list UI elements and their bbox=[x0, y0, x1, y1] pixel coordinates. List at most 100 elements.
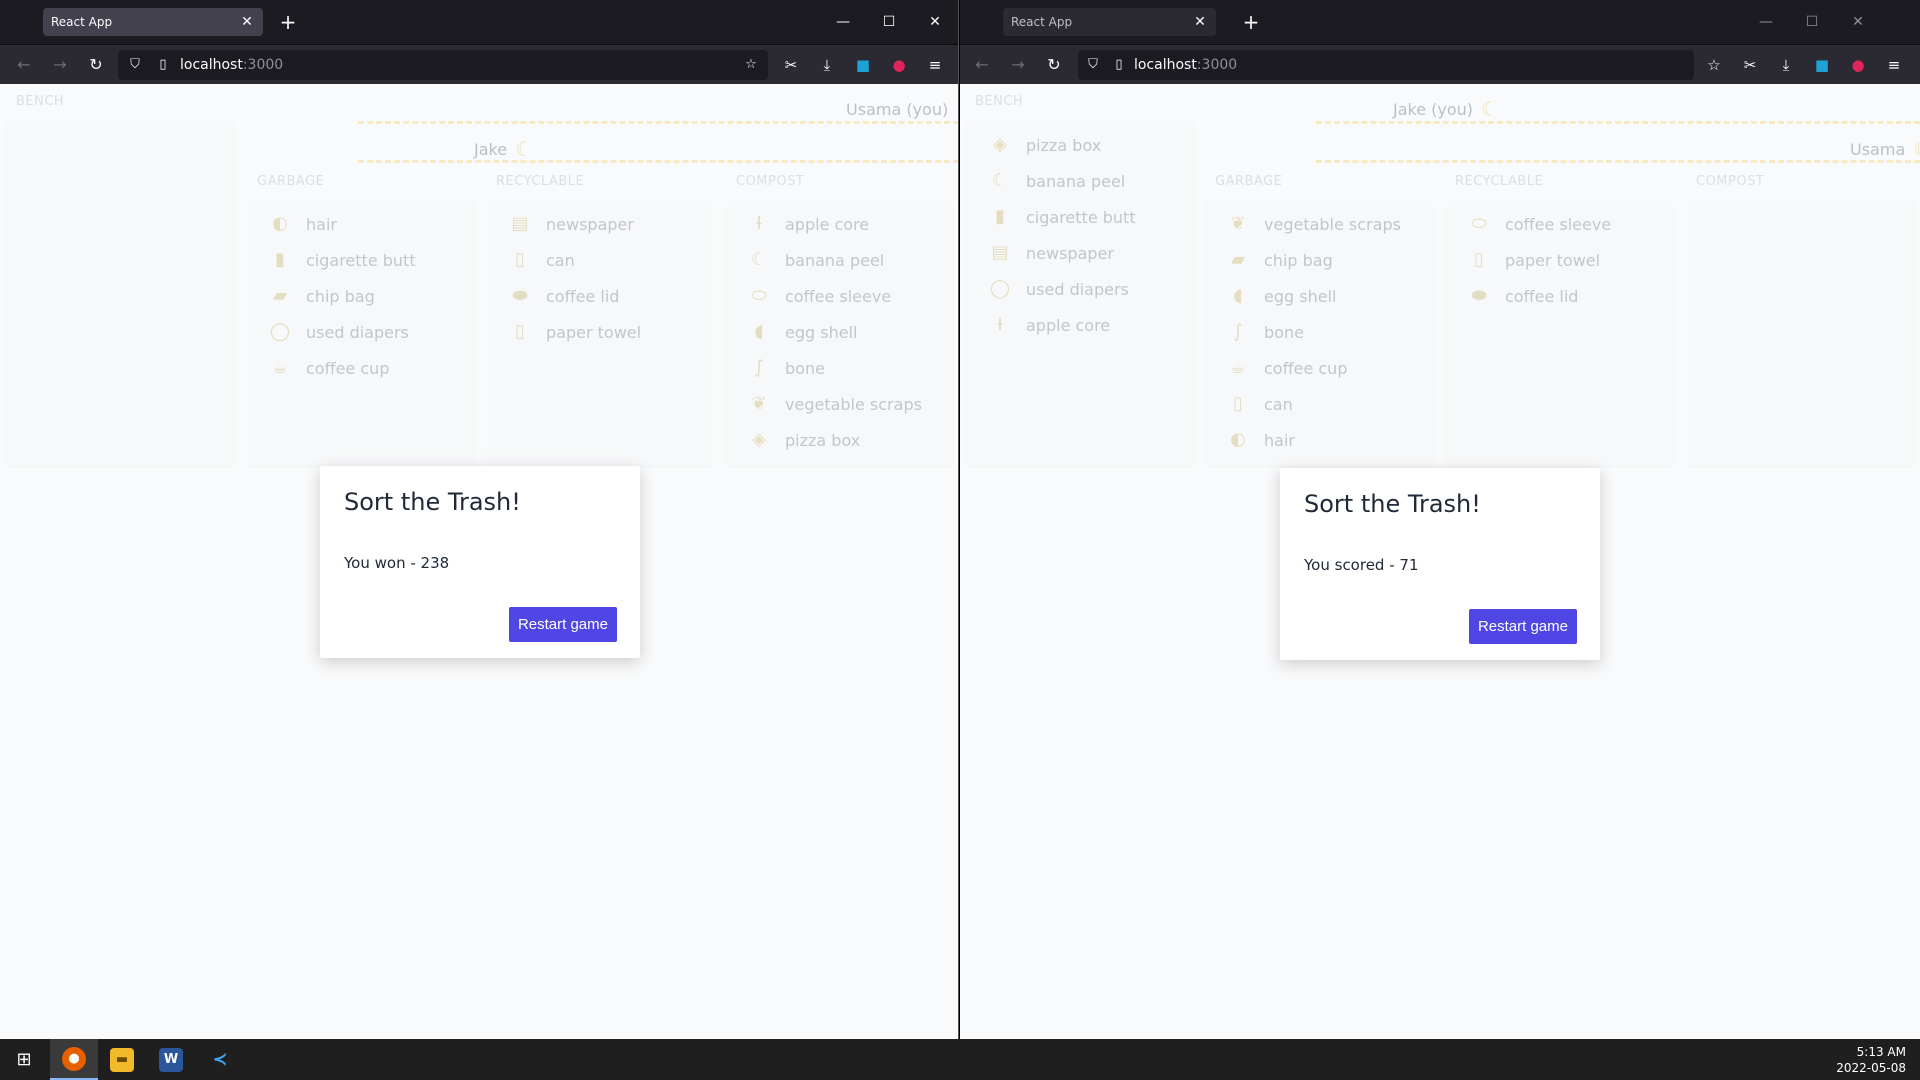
vscode-icon: ≺ bbox=[208, 1047, 232, 1072]
back-button[interactable]: ← bbox=[968, 51, 996, 79]
restart-game-button[interactable]: Restart game bbox=[508, 607, 617, 642]
browser-tab[interactable]: React App ✕ bbox=[43, 8, 263, 36]
list-item[interactable]: ▮ cigarette butt bbox=[988, 205, 1136, 229]
list-item[interactable]: ◖ egg shell bbox=[747, 320, 857, 344]
list-item[interactable]: ◯ used diapers bbox=[988, 277, 1129, 301]
list-item[interactable]: ❦ vegetable scraps bbox=[1226, 212, 1400, 236]
compost-panel[interactable] bbox=[1688, 200, 1914, 466]
shield-icon[interactable]: ⛉ bbox=[1084, 56, 1102, 74]
list-item[interactable]: ▯ paper towel bbox=[1467, 248, 1600, 272]
item-label: coffee lid bbox=[1505, 286, 1579, 306]
list-item[interactable]: ☕ coffee cup bbox=[1226, 356, 1348, 380]
hair-icon: ◐ bbox=[1230, 429, 1246, 450]
record-extension-icon[interactable]: ● bbox=[1844, 51, 1872, 79]
list-item[interactable]: ▰ chip bag bbox=[1226, 248, 1333, 272]
list-item[interactable]: ∫ bone bbox=[747, 356, 825, 380]
record-extension-icon[interactable]: ● bbox=[885, 51, 913, 79]
list-item[interactable]: ◖ egg shell bbox=[1226, 284, 1336, 308]
list-item[interactable]: ⬬ coffee lid bbox=[1467, 284, 1578, 308]
address-bar[interactable]: ⛉ ▯ localhost:3000 ☆ bbox=[118, 50, 768, 80]
hair-icon: ◐ bbox=[272, 213, 288, 234]
list-item[interactable]: ☾ banana peel bbox=[747, 248, 884, 272]
minimize-button[interactable]: — bbox=[820, 0, 866, 44]
list-item[interactable]: ▰ chip bag bbox=[268, 284, 375, 308]
list-item[interactable]: ☾ banana peel bbox=[988, 169, 1125, 193]
save-extension-icon[interactable]: ■ bbox=[1808, 51, 1836, 79]
browser-tab[interactable]: React App ✕ bbox=[1003, 8, 1216, 36]
start-button[interactable]: ⊞ bbox=[0, 1039, 48, 1080]
menu-icon[interactable]: ≡ bbox=[921, 51, 949, 79]
url-text[interactable]: localhost:3000 bbox=[180, 57, 283, 73]
vegetable-scraps-icon: ❦ bbox=[1230, 213, 1246, 234]
reload-button[interactable]: ↻ bbox=[82, 51, 110, 79]
new-tab-button[interactable]: + bbox=[1238, 9, 1264, 35]
maximize-button[interactable]: ☐ bbox=[866, 0, 912, 44]
item-label: cigarette butt bbox=[306, 250, 416, 270]
taskbar-firefox[interactable]: ● bbox=[50, 1039, 98, 1080]
garbage-panel[interactable]: ◐ hair ▮ cigarette butt ▰ chip bag ◯ used di… bbox=[248, 200, 474, 466]
list-item[interactable]: ⬭ coffee sleeve bbox=[1467, 212, 1611, 236]
new-tab-button[interactable]: + bbox=[275, 9, 301, 35]
list-item[interactable]: ☕ coffee cup bbox=[268, 356, 390, 380]
restart-game-button[interactable]: Restart game bbox=[1468, 609, 1577, 644]
forward-button[interactable]: → bbox=[1004, 51, 1032, 79]
back-button[interactable]: ← bbox=[10, 51, 38, 79]
list-item[interactable]: ▯ can bbox=[1226, 392, 1293, 416]
taskbar-vscode[interactable]: ≺ bbox=[196, 1039, 244, 1080]
list-item[interactable]: Ɨapple core bbox=[747, 212, 869, 236]
bookmark-star-icon[interactable]: ☆ bbox=[742, 56, 760, 74]
save-extension-icon[interactable]: ■ bbox=[849, 51, 877, 79]
close-tab-icon[interactable]: ✕ bbox=[237, 12, 257, 32]
maximize-button[interactable]: ☐ bbox=[1789, 0, 1835, 44]
forward-button[interactable]: → bbox=[46, 51, 74, 79]
list-item[interactable]: ❦ vegetable scraps bbox=[747, 392, 921, 416]
list-item[interactable]: ▯ paper towel bbox=[508, 320, 641, 344]
list-item[interactable]: ◐ hair bbox=[268, 212, 337, 236]
list-item[interactable]: Ɨapple core bbox=[988, 313, 1110, 337]
screenshot-icon[interactable]: ✂ bbox=[777, 51, 805, 79]
list-item[interactable]: ⬬ coffee lid bbox=[508, 284, 619, 308]
bookmark-star-icon[interactable]: ☆ bbox=[1700, 51, 1728, 79]
url-text[interactable]: localhost:3000 bbox=[1134, 57, 1237, 73]
close-window-button[interactable]: ✕ bbox=[912, 0, 958, 44]
page-content: BENCH ◈ pizza box ☾ banana peel ▮ cigarette… bbox=[960, 85, 1920, 1039]
player-lane-second bbox=[358, 160, 958, 163]
tab-title: React App bbox=[1011, 15, 1073, 29]
diaper-icon: ◯ bbox=[269, 321, 291, 342]
bench-panel[interactable] bbox=[6, 121, 234, 466]
screenshot-icon[interactable]: ✂ bbox=[1736, 51, 1764, 79]
reload-button[interactable]: ↻ bbox=[1040, 51, 1068, 79]
list-item[interactable]: ∫ bone bbox=[1226, 320, 1304, 344]
close-window-button[interactable]: ✕ bbox=[1835, 0, 1881, 44]
list-item[interactable]: ◐ hair bbox=[1226, 428, 1295, 452]
list-item[interactable]: ◯ used diapers bbox=[268, 320, 409, 344]
address-bar[interactable]: ⛉ ▯ localhost:3000 bbox=[1078, 50, 1694, 80]
system-clock[interactable]: 5:13 AM 2022-05-08 bbox=[1836, 1044, 1906, 1076]
taskbar-word[interactable]: W bbox=[147, 1039, 195, 1080]
item-label: egg shell bbox=[1264, 286, 1337, 306]
shield-icon[interactable]: ⛉ bbox=[126, 56, 144, 74]
recyclable-panel[interactable]: ⬭ coffee sleeve ▯ paper towel ⬬ coffee lid bbox=[1447, 200, 1673, 466]
compost-label: COMPOST bbox=[1696, 174, 1765, 189]
download-icon[interactable]: ⤓ bbox=[1772, 51, 1800, 79]
list-item[interactable]: ▮ cigarette butt bbox=[268, 248, 416, 272]
player-top-name: Usama (you) bbox=[846, 99, 949, 119]
url-port: :3000 bbox=[242, 57, 284, 73]
compost-panel[interactable]: Ɨapple core ☾ banana peel ⬭ coffee sleeve … bbox=[727, 200, 953, 466]
download-icon[interactable]: ⤓ bbox=[813, 51, 841, 79]
garbage-panel[interactable]: ❦ vegetable scraps ▰ chip bag ◖ egg shell ∫… bbox=[1206, 200, 1433, 466]
list-item[interactable]: ◈ pizza box bbox=[988, 133, 1101, 157]
egg-shell-icon: ◖ bbox=[1233, 285, 1243, 306]
bench-panel[interactable]: ◈ pizza box ☾ banana peel ▮ cigarette butt … bbox=[966, 121, 1194, 466]
list-item[interactable]: ◈ pizza box bbox=[747, 428, 860, 452]
list-item[interactable]: ⬭ coffee sleeve bbox=[747, 284, 891, 308]
recyclable-panel[interactable]: ▤ newspaper ▯ can ⬬ coffee lid ▯ paper towel bbox=[488, 200, 712, 466]
item-label: used diapers bbox=[306, 322, 409, 342]
list-item[interactable]: ▯ can bbox=[508, 248, 575, 272]
menu-icon[interactable]: ≡ bbox=[1880, 51, 1908, 79]
minimize-button[interactable]: — bbox=[1743, 0, 1789, 44]
list-item[interactable]: ▤ newspaper bbox=[508, 212, 633, 236]
close-tab-icon[interactable]: ✕ bbox=[1190, 12, 1210, 32]
list-item[interactable]: ▤ newspaper bbox=[988, 241, 1113, 265]
taskbar-file-explorer[interactable]: ▬ bbox=[98, 1039, 146, 1080]
